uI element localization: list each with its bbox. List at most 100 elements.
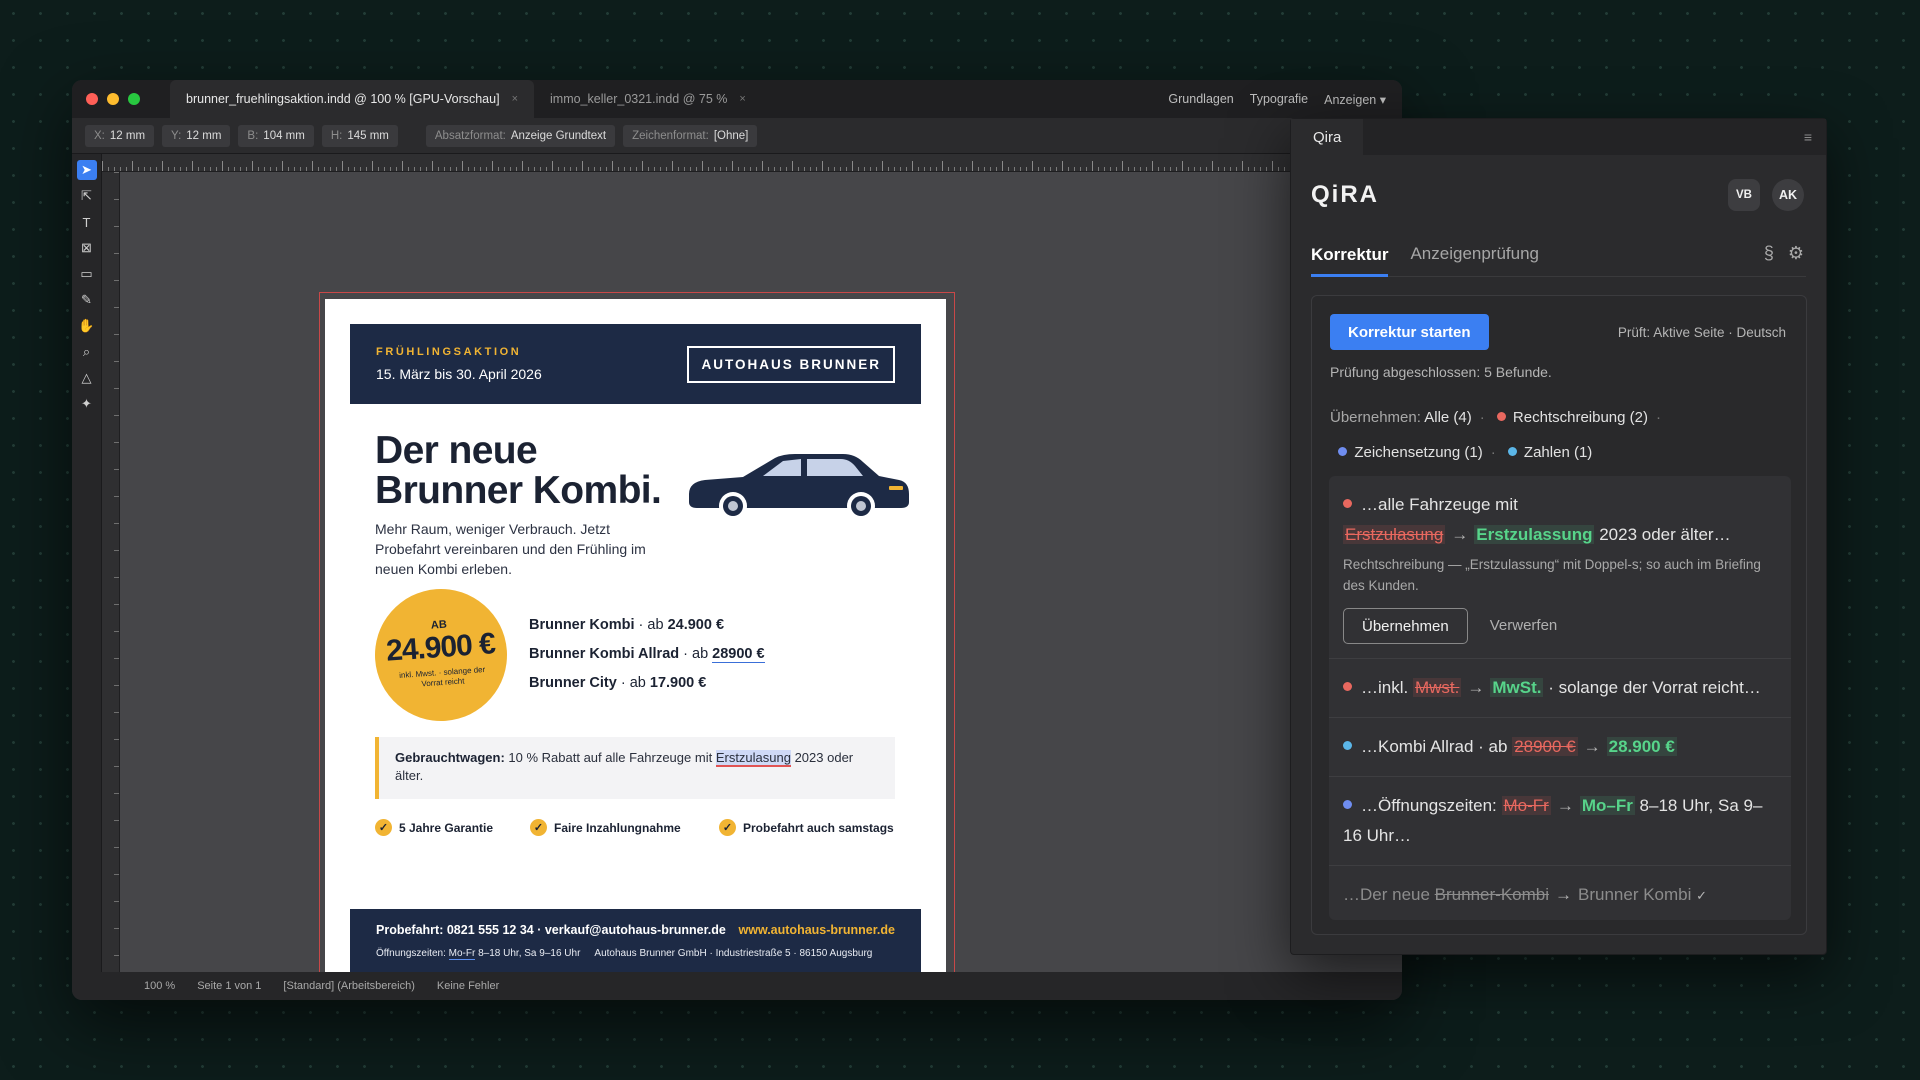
document-tab-active[interactable]: brunner_fruehlingsaktion.indd @ 100 % [G… [170, 80, 534, 118]
tab-close-icon[interactable]: × [512, 93, 518, 105]
rectangle-tool-icon[interactable]: ▭ [77, 264, 97, 284]
height-field[interactable]: H: 145 mm [321, 124, 398, 147]
footer-hours: Öffnungszeiten: Mo-Fr 8–18 Uhr, Sa 9–16 … [376, 948, 580, 960]
zoom-window-button[interactable] [128, 93, 140, 105]
workspace-indicator: [Standard] (Arbeitsbereich) [283, 980, 415, 992]
field-label: B: [247, 129, 259, 142]
check-icon: ✓ [375, 819, 392, 836]
hours-label: Öffnungszeiten: [376, 948, 449, 959]
finding-wrong: Brunner-Kombi [1434, 885, 1549, 904]
used-cars-box: Gebrauchtwagen: 10 % Rabatt auf alle Fah… [375, 737, 895, 799]
spelling-dot [1343, 682, 1352, 691]
selection-tool-icon[interactable]: ➤ [76, 160, 97, 180]
check-summary: Prüfung abgeschlossen: 5 Befunde. [1330, 364, 1552, 380]
finding-context: 2023 oder älter… [1594, 525, 1731, 544]
finding-item-accepted[interactable]: …Der neue Brunner-Kombi → Brunner Kombi ✓ … [1329, 866, 1791, 920]
avatar[interactable]: VB [1728, 179, 1760, 211]
arrow-right-icon: → [1451, 525, 1469, 544]
tab-close-icon[interactable]: × [739, 93, 745, 105]
accept-button[interactable]: Übernehmen [1343, 608, 1468, 644]
finding-item[interactable]: …Kombi Allrad · ab 28900 € → 28.900 € [1329, 718, 1791, 777]
field-label: X: [94, 129, 105, 142]
start-correction-button[interactable]: Korrektur starten [1330, 314, 1489, 350]
gradient-tool-icon[interactable]: △ [77, 368, 97, 388]
footer-website: www.autohaus-brunner.de [738, 923, 896, 937]
model-price-flagged: 28900 € [712, 646, 765, 663]
workspace-grundlagen[interactable]: Grundlagen [1168, 92, 1233, 107]
workspace-anzeigen[interactable]: Anzeigen ▾ [1324, 92, 1386, 107]
direct-selection-tool-icon[interactable]: ⇱ [77, 186, 97, 206]
car-illustration [689, 454, 909, 520]
preflight-status[interactable]: Keine Fehler [437, 980, 499, 992]
correction-box: Korrektur starten Prüft: Aktive Seite · … [1311, 295, 1807, 935]
status-bar: 100 % Seite 1 von 1 [Standard] (Arbeitsb… [72, 972, 1402, 1000]
finding-note: Rechtschreibung — „Erstzulassung“ mit Do… [1343, 557, 1761, 593]
filter-punctuation[interactable]: Zeichensetzung (1) [1330, 444, 1483, 461]
price-row: Brunner City · ab 17.900 € [529, 669, 765, 698]
field-value: 12 mm [186, 129, 222, 142]
document-page[interactable]: FRÜHLINGSAKTION 15. März bis 30. April 2… [325, 299, 946, 999]
tab-anzeigenpruefung[interactable]: Anzeigenprüfung [1410, 244, 1539, 276]
workspace-typografie[interactable]: Typografie [1250, 92, 1308, 107]
filters-label: Übernehmen: [1330, 409, 1421, 426]
finding-item[interactable]: …alle Fahrzeuge mit Erstzulasung → Erstzul… [1329, 476, 1791, 659]
avatar[interactable]: AK [1772, 179, 1804, 211]
filter-spelling[interactable]: Rechtschreibung (2) [1496, 409, 1648, 426]
panel-menu-icon[interactable]: ≡ [1804, 129, 1812, 145]
title-bar: brunner_fruehlingsaktion.indd @ 100 % [G… [72, 80, 1402, 118]
collaborators: VB AK [1728, 179, 1804, 211]
width-field[interactable]: B: 104 mm [238, 124, 314, 147]
field-label: H: [330, 129, 343, 142]
filter-numbers[interactable]: Zahlen (1) [1507, 444, 1592, 461]
horizontal-ruler[interactable] [102, 154, 1402, 172]
zoom-tool-icon[interactable]: ⌕ [77, 342, 97, 362]
tab-label: immo_keller_0321.indd @ 75 % [550, 92, 728, 106]
y-position-field[interactable]: Y: 12 mm [162, 124, 231, 147]
frame-tool-icon[interactable]: ⊠ [77, 238, 97, 258]
zoom-level[interactable]: 100 % [144, 980, 175, 992]
arrow-right-icon: → [1467, 678, 1485, 697]
page-indicator[interactable]: Seite 1 von 1 [197, 980, 261, 992]
reject-button[interactable]: Verwerfen [1490, 611, 1558, 641]
control-bar: X: 12 mm Y: 12 mm B: 104 mm H: 145 mm Absatz… [72, 118, 1402, 154]
finding-fix: 28.900 € [1606, 737, 1677, 756]
finding-context: …Der neue [1343, 885, 1435, 904]
hand-tool-icon[interactable]: ✋ [77, 316, 97, 336]
check-scope[interactable]: Prüft: Aktive Seite · Deutsch [1618, 325, 1786, 340]
text-tool-icon[interactable]: T [77, 212, 97, 232]
character-style-select[interactable]: Zeichenformat: [Ohne] [623, 124, 758, 147]
model-name: Brunner City [529, 675, 617, 691]
finding-item[interactable]: …Öffnungszeiten: Mo-Fr → Mo–Fr 8–18 Uhr, S… [1329, 777, 1791, 866]
document-tab[interactable]: immo_keller_0321.indd @ 75 % × [534, 80, 762, 118]
flyer-header: FRÜHLINGSAKTION 15. März bis 30. April 2… [350, 324, 921, 404]
flagged-word[interactable]: Erstzulasung [715, 750, 791, 767]
finding-item[interactable]: …inkl. Mwst. → MwSt. · solange der Vorrat … [1329, 659, 1791, 718]
finding-wrong: Erstzulasung [1343, 525, 1446, 544]
numbers-dot [1343, 741, 1352, 750]
field-value: 145 mm [347, 129, 389, 142]
close-window-button[interactable] [86, 93, 98, 105]
gear-icon[interactable]: ⚙ [1788, 243, 1804, 264]
panel-header: QiRA VB AK [1291, 155, 1826, 235]
filter-all[interactable]: Alle (4) [1424, 409, 1472, 426]
note-tool-icon[interactable]: ✦ [77, 394, 97, 414]
filter-label: Rechtschreibung (2) [1512, 409, 1648, 426]
paragraph-style-select[interactable]: Absatzformat: Anzeige Grundtext [425, 124, 616, 147]
minimize-window-button[interactable] [107, 93, 119, 105]
paragraph-icon[interactable]: § [1764, 243, 1774, 264]
tab-korrektur[interactable]: Korrektur [1311, 245, 1389, 277]
footer-address: Autohaus Brunner GmbH · Industriestraße … [594, 948, 873, 959]
field-value: 12 mm [109, 129, 146, 142]
model-name: Brunner Kombi Allrad [529, 646, 680, 662]
flyer-headline: Der neue Brunner Kombi. [375, 431, 662, 511]
x-position-field[interactable]: X: 12 mm [85, 124, 155, 147]
punctuation-dot [1338, 447, 1348, 456]
vertical-ruler[interactable] [102, 172, 120, 972]
panel-tab-qira[interactable]: Qira [1291, 119, 1364, 155]
panel-tab-icons: § ⚙ [1764, 243, 1804, 264]
qira-panel: Qira ≡ QiRA VB AK Korrektur Anzeigenprüf… [1290, 118, 1827, 955]
feature-label: 5 Jahre Garantie [399, 820, 494, 835]
pencil-tool-icon[interactable]: ✎ [77, 290, 97, 310]
arrow-right-icon: → [1556, 796, 1574, 815]
field-label: Y: [171, 129, 182, 142]
